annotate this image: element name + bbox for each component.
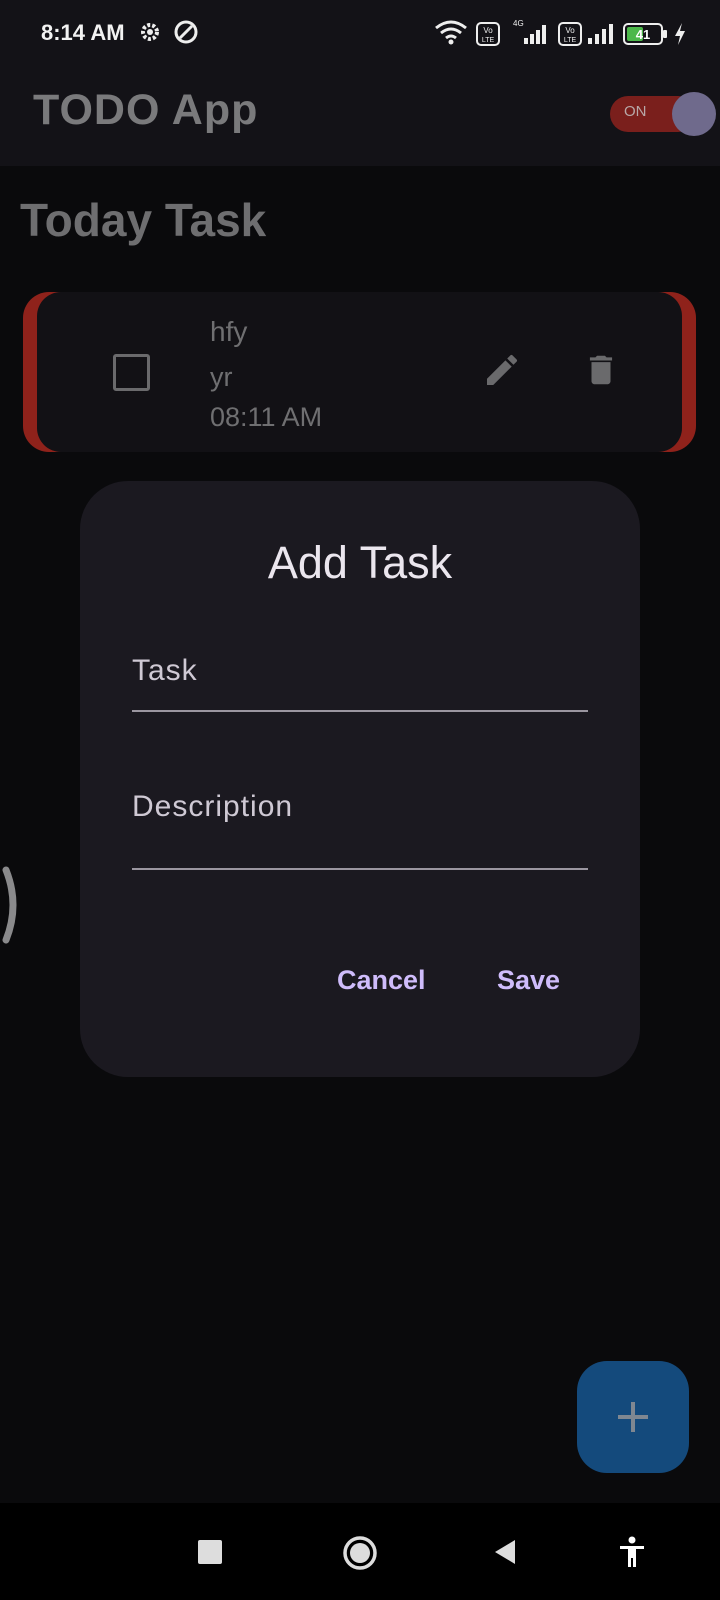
svg-text:Vo: Vo — [565, 26, 575, 35]
data-saver-icon — [174, 20, 198, 49]
save-button[interactable]: Save — [497, 965, 560, 996]
task-card-body: hfy yr 08:11 AM — [37, 292, 682, 452]
battery-icon: 41 — [623, 22, 669, 51]
task-field-underline — [132, 710, 588, 712]
back-icon[interactable] — [493, 1539, 517, 1570]
charging-icon — [673, 22, 687, 51]
navigation-bar — [0, 1503, 720, 1600]
toggle-thumb — [672, 92, 716, 136]
dialog-title: Add Task — [267, 537, 453, 588]
status-time: 8:14 AM — [41, 20, 125, 45]
settings-icon — [138, 20, 162, 49]
svg-text:41: 41 — [636, 27, 650, 42]
task-field[interactable]: Task — [132, 654, 588, 712]
volte-icon-2: Vo LTE — [558, 22, 582, 51]
task-checkbox[interactable] — [113, 354, 150, 391]
side-edge-handle[interactable] — [0, 866, 22, 944]
edit-icon[interactable] — [482, 350, 522, 395]
volte-icon: Vo LTE — [476, 22, 500, 51]
accessibility-icon[interactable] — [617, 1536, 647, 1573]
task-title: hfy — [210, 316, 248, 347]
signal-icon: 4G — [510, 18, 550, 51]
wifi-icon — [434, 20, 468, 51]
recents-icon[interactable] — [198, 1540, 222, 1569]
task-card[interactable]: hfy yr 08:11 AM — [23, 292, 696, 452]
task-field-label: Task — [132, 654, 198, 687]
app-bar: TODO App ON — [0, 68, 720, 166]
status-bar: 8:14 AM Vo LTE 4G Vo LTE 41 — [0, 0, 720, 68]
toggle-label: ON — [624, 103, 647, 120]
theme-toggle[interactable]: ON — [610, 92, 716, 136]
description-field[interactable]: Description — [132, 790, 588, 870]
cancel-button[interactable]: Cancel — [337, 965, 426, 996]
description-field-underline — [132, 868, 588, 870]
task-description: yr — [210, 362, 233, 392]
svg-text:LTE: LTE — [564, 37, 577, 44]
task-time: 08:11 AM — [210, 402, 323, 432]
signal-icon-2 — [586, 22, 616, 51]
app-title: TODO App — [33, 86, 259, 134]
delete-icon[interactable] — [582, 350, 620, 395]
svg-text:LTE: LTE — [482, 37, 495, 44]
home-icon[interactable] — [342, 1535, 378, 1576]
svg-text:4G: 4G — [513, 19, 524, 28]
add-task-fab[interactable] — [577, 1361, 689, 1473]
description-field-label: Description — [132, 790, 294, 823]
section-title: Today Task — [20, 194, 267, 246]
add-task-dialog: Add Task Task Description Cancel Save — [80, 481, 640, 1077]
svg-text:Vo: Vo — [483, 26, 493, 35]
